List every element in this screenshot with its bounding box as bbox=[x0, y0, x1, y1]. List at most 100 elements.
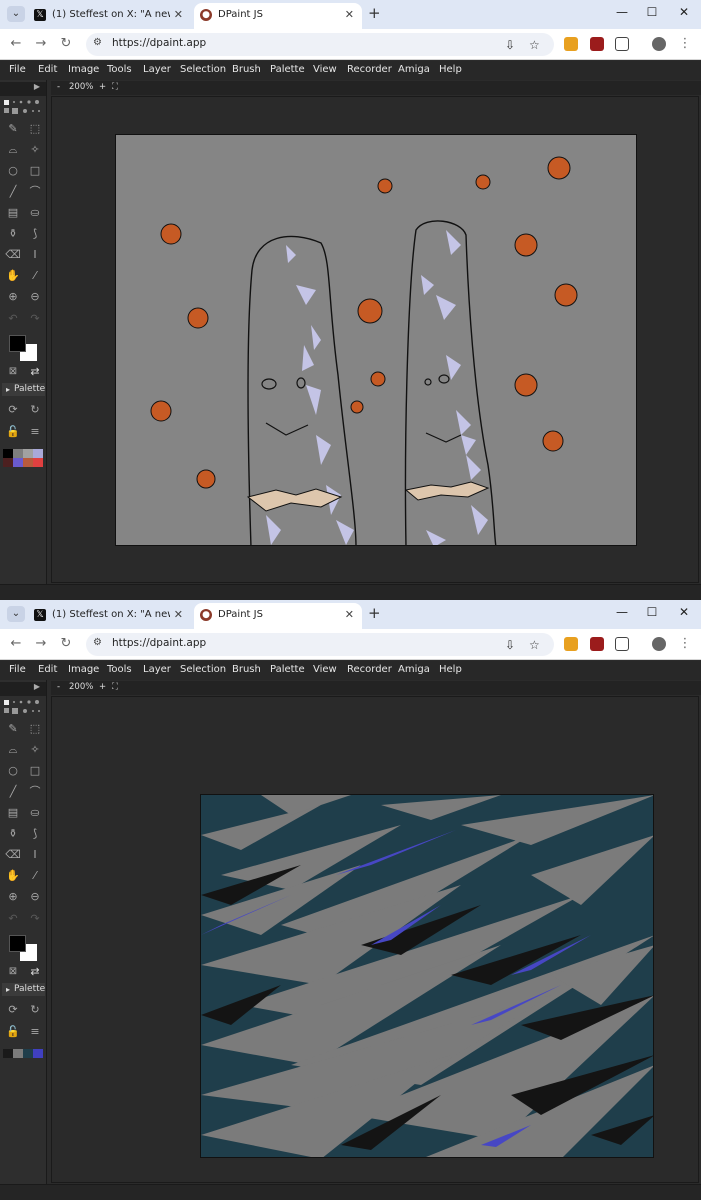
redo-icon[interactable]: ↷ bbox=[27, 311, 43, 327]
tab-x-post[interactable]: 𝕏 (1) Steffest on X: "A new version ✕ bbox=[28, 3, 191, 29]
gradient-tool-icon[interactable]: ▤ bbox=[5, 805, 21, 821]
rect-select-icon[interactable]: ⬚ bbox=[27, 721, 43, 737]
zoom-out-button[interactable]: - bbox=[57, 682, 60, 692]
menu-layer[interactable]: Layer bbox=[143, 64, 171, 75]
menu-image[interactable]: Image bbox=[68, 664, 99, 675]
zoom-out-icon[interactable]: ⊖ bbox=[27, 889, 43, 905]
menu-brush[interactable]: Brush bbox=[232, 64, 261, 75]
lasso-icon[interactable]: ⌓ bbox=[5, 742, 21, 758]
line-tool-icon[interactable]: ╱ bbox=[5, 784, 21, 800]
spray-can-icon[interactable]: ⚱ bbox=[5, 826, 21, 842]
eraser-icon[interactable]: ⌫ bbox=[5, 847, 21, 863]
maximize-button[interactable]: ☐ bbox=[642, 605, 662, 619]
back-button[interactable]: ← bbox=[7, 36, 25, 51]
lasso-icon[interactable]: ⌓ bbox=[5, 142, 21, 158]
hand-pan-icon[interactable]: ✋ bbox=[5, 868, 21, 884]
tab-dpaint[interactable]: ● DPaint JS ✕ bbox=[194, 603, 362, 629]
circle-tool-icon[interactable]: ○ bbox=[5, 763, 21, 779]
zoom-in-icon[interactable]: ⊕ bbox=[5, 889, 21, 905]
spray-can-icon[interactable]: ⚱ bbox=[5, 226, 21, 242]
maximize-button[interactable]: ☐ bbox=[642, 5, 662, 19]
cycle-icon[interactable]: ⟳ bbox=[5, 402, 21, 418]
zoom-out-button[interactable]: - bbox=[57, 82, 60, 92]
magic-wand-icon[interactable]: ✧ bbox=[27, 142, 43, 158]
panel-collapse-bar[interactable]: ▶ bbox=[0, 82, 46, 96]
menu-file[interactable]: File bbox=[9, 64, 26, 75]
swatch[interactable] bbox=[3, 458, 13, 467]
minimize-button[interactable]: — bbox=[612, 5, 632, 19]
menu-selection[interactable]: Selection bbox=[180, 64, 226, 75]
close-tab-icon[interactable]: ✕ bbox=[345, 3, 354, 27]
menu-edit[interactable]: Edit bbox=[38, 664, 57, 675]
swatch[interactable] bbox=[33, 458, 43, 467]
menu-palette[interactable]: Palette bbox=[270, 664, 305, 675]
menu-view[interactable]: View bbox=[313, 64, 337, 75]
zoom-in-button[interactable]: + bbox=[99, 682, 106, 692]
brush-dots-icon[interactable] bbox=[4, 700, 44, 716]
swap-colors-icon[interactable]: ⇄ bbox=[27, 964, 43, 980]
menu-amiga[interactable]: Amiga bbox=[398, 64, 430, 75]
palette-menu-icon[interactable]: ≡ bbox=[27, 1024, 43, 1040]
text-cursor-icon[interactable]: Ⅰ bbox=[27, 847, 43, 863]
fg-bg-colors[interactable] bbox=[9, 335, 37, 361]
palette-toggle[interactable]: Palette bbox=[2, 383, 45, 396]
tab-search-button[interactable]: ⌄ bbox=[7, 606, 25, 622]
extension-shield-icon[interactable] bbox=[590, 637, 604, 651]
fill-bucket-icon[interactable]: ⛀ bbox=[27, 805, 43, 821]
line-tool-icon[interactable]: ╱ bbox=[5, 184, 21, 200]
palette-swatches[interactable] bbox=[3, 449, 43, 467]
lock-icon[interactable]: 🔓 bbox=[5, 1024, 21, 1040]
menu-edit[interactable]: Edit bbox=[38, 64, 57, 75]
curve-tool-icon[interactable]: ⌒ bbox=[27, 184, 43, 200]
menu-tools[interactable]: Tools bbox=[107, 664, 132, 675]
smudge-icon[interactable]: ⟆ bbox=[27, 226, 43, 242]
close-window-button[interactable]: ✕ bbox=[674, 605, 694, 619]
zoom-in-icon[interactable]: ⊕ bbox=[5, 289, 21, 305]
swatch[interactable] bbox=[23, 458, 33, 467]
swatch[interactable] bbox=[3, 1049, 13, 1058]
palette-toggle[interactable]: Palette bbox=[2, 983, 45, 996]
install-app-icon[interactable]: ⇩ bbox=[505, 638, 515, 652]
swatch[interactable] bbox=[13, 449, 23, 458]
expand-arrow-icon[interactable]: ▶ bbox=[34, 682, 40, 691]
menu-selection[interactable]: Selection bbox=[180, 664, 226, 675]
swap-colors-icon[interactable]: ⇄ bbox=[27, 364, 43, 380]
menu-recorder[interactable]: Recorder bbox=[347, 64, 392, 75]
tab-dpaint[interactable]: ● DPaint JS ✕ bbox=[194, 3, 362, 29]
close-window-button[interactable]: ✕ bbox=[674, 5, 694, 19]
freehand-pencil-icon[interactable]: ✎ bbox=[5, 721, 21, 737]
fg-bg-colors[interactable] bbox=[9, 935, 37, 961]
expand-arrow-icon[interactable]: ▶ bbox=[34, 82, 40, 91]
extensions-icon[interactable] bbox=[615, 637, 629, 651]
reload-button[interactable]: ↻ bbox=[57, 36, 75, 51]
close-tab-icon[interactable]: ✕ bbox=[174, 3, 183, 27]
bookmark-star-icon[interactable]: ☆ bbox=[529, 638, 540, 652]
extension-puzzle-icon[interactable] bbox=[564, 637, 578, 651]
text-cursor-icon[interactable]: Ⅰ bbox=[27, 247, 43, 263]
lock-icon[interactable]: 🔓 bbox=[5, 424, 21, 440]
eraser-icon[interactable]: ⌫ bbox=[5, 247, 21, 263]
foreground-color[interactable] bbox=[9, 335, 26, 352]
close-tab-icon[interactable]: ✕ bbox=[174, 603, 183, 627]
minimize-button[interactable]: — bbox=[612, 605, 632, 619]
tab-x-post[interactable]: 𝕏 (1) Steffest on X: "A new version ✕ bbox=[28, 603, 191, 629]
circle-tool-icon[interactable]: ○ bbox=[5, 163, 21, 179]
menu-tools[interactable]: Tools bbox=[107, 64, 132, 75]
swatch[interactable] bbox=[33, 449, 43, 458]
address-bar[interactable]: ⚙ https://dpaint.app ⇩ ☆ bbox=[86, 633, 554, 656]
swatch[interactable] bbox=[23, 449, 33, 458]
fit-screen-icon[interactable]: ⛶ bbox=[112, 682, 118, 692]
swatch[interactable] bbox=[13, 1049, 23, 1058]
gradient-tool-icon[interactable]: ▤ bbox=[5, 205, 21, 221]
menu-recorder[interactable]: Recorder bbox=[347, 664, 392, 675]
zoom-in-button[interactable]: + bbox=[99, 82, 106, 92]
new-tab-button[interactable]: + bbox=[368, 606, 381, 621]
swatch[interactable] bbox=[33, 1049, 43, 1058]
rectangle-tool-icon[interactable]: □ bbox=[27, 163, 43, 179]
swatch[interactable] bbox=[13, 458, 23, 467]
drawing-canvas[interactable] bbox=[115, 134, 637, 546]
rect-select-icon[interactable]: ⬚ bbox=[27, 121, 43, 137]
fit-screen-icon[interactable]: ⛶ bbox=[112, 82, 118, 92]
bookmark-star-icon[interactable]: ☆ bbox=[529, 38, 540, 52]
chrome-menu-icon[interactable]: ⋮ bbox=[676, 636, 694, 651]
